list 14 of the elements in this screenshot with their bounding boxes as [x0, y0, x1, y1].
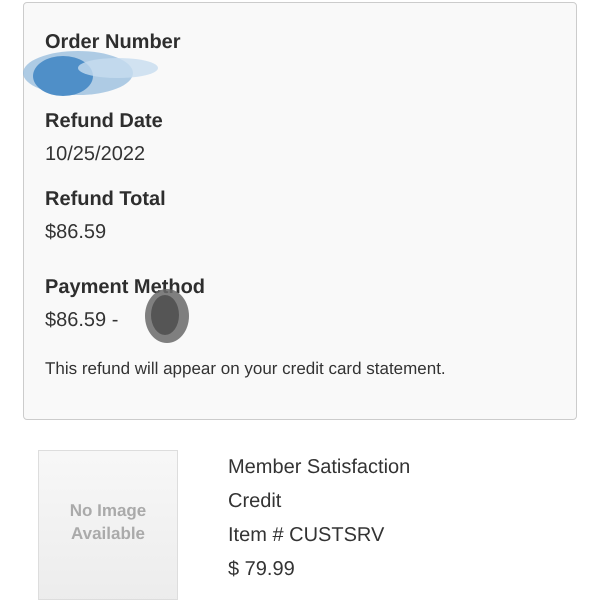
placeholder-text: No Image [70, 500, 146, 522]
item-name: Member Satisfaction [228, 455, 410, 480]
section-label: Order Number [45, 30, 182, 55]
section-label: Payment Method [45, 275, 206, 300]
section-label: Refund Total [45, 187, 167, 212]
section-value: $86.59 - [45, 308, 118, 333]
section-value: $86.59 [45, 220, 106, 245]
item-number: Item # CUSTSRV [228, 523, 386, 548]
item-name: Credit [228, 489, 282, 514]
section-value: 10/25/2022 [45, 142, 146, 167]
placeholder-text: Available [70, 523, 146, 545]
refund-note: This refund will appear on your credit card statement. [45, 358, 447, 380]
section-label: Refund Date [45, 109, 164, 134]
item-price: $ 79.99 [228, 557, 296, 582]
